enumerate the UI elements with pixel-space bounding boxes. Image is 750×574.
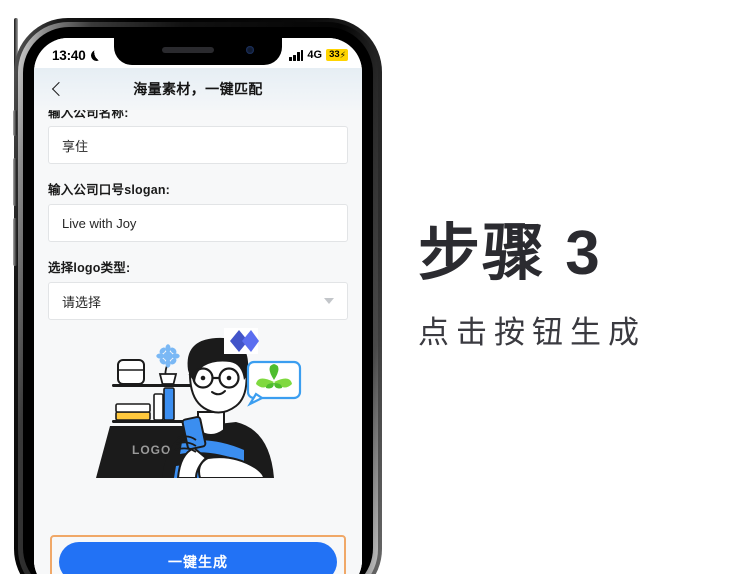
charging-bolt-icon: ⚡ — [339, 49, 346, 60]
company-name-input[interactable]: 享住 — [48, 126, 348, 164]
battery-badge: 33 ⚡ — [326, 49, 348, 61]
front-camera-icon — [246, 46, 254, 54]
illustration-svg: LOGO — [96, 328, 302, 478]
status-bar-left: 13:40 — [52, 48, 102, 63]
earpiece-speaker-icon — [162, 47, 214, 53]
phone-notch — [114, 38, 282, 65]
designer-illustration: LOGO — [48, 326, 348, 478]
form-field-company-name: 输入公司名称: 享住 — [48, 110, 348, 164]
silent-switch-button[interactable] — [13, 110, 17, 136]
company-name-label: 输入公司名称: — [48, 110, 129, 120]
step-title: 步骤 3 — [418, 218, 602, 288]
slogan-label: 输入公司口号slogan: — [48, 183, 171, 197]
logo-type-label: 选择logo类型: — [48, 261, 131, 275]
status-bar-right: 4G 33 ⚡ — [289, 49, 348, 61]
chevron-left-icon[interactable] — [48, 79, 68, 99]
blue-diamond-logo-icon — [224, 328, 259, 354]
volume-down-button[interactable] — [13, 218, 17, 266]
app-header: 海量素材，一键匹配 — [34, 68, 362, 110]
crescent-moon-icon — [91, 50, 102, 61]
cta-zone: 一键生成 — [34, 530, 362, 574]
step-subtitle: 点击按钮生成 — [418, 314, 646, 350]
green-leaf-logo-icon — [246, 360, 302, 407]
battery-level-label: 33 — [329, 49, 340, 61]
signal-bars-icon — [289, 49, 304, 61]
phone-mockup: 13:40 4G 33 ⚡ 海量素材，一键匹配 输入公司名称: 享住 输入公司口… — [13, 18, 382, 574]
form-body: 输入公司名称: 享住 输入公司口号slogan: Live with Joy 选… — [34, 110, 362, 574]
logo-type-placeholder: 请选择 — [62, 294, 102, 310]
logo-type-select[interactable]: 请选择 — [48, 282, 348, 320]
volume-up-button[interactable] — [13, 158, 17, 206]
phone-screen: 13:40 4G 33 ⚡ 海量素材，一键匹配 输入公司名称: 享住 输入公司口… — [34, 38, 362, 574]
page-title: 海量素材，一键匹配 — [133, 81, 263, 97]
company-name-label-clip: 输入公司名称: — [48, 110, 348, 120]
form-field-logo-type: 选择logo类型: 请选择 — [48, 257, 348, 320]
slogan-input[interactable]: Live with Joy — [48, 204, 348, 242]
cta-highlight-box: 一键生成 — [50, 535, 346, 574]
form-field-slogan: 输入公司口号slogan: Live with Joy — [48, 179, 348, 242]
generate-button[interactable]: 一键生成 — [59, 542, 337, 574]
status-time: 13:40 — [52, 47, 86, 63]
screenshot-root: 13:40 4G 33 ⚡ 海量素材，一键匹配 输入公司名称: 享住 输入公司口… — [0, 0, 750, 574]
laptop-logo-text: LOGO — [132, 443, 171, 457]
chevron-down-icon — [324, 298, 334, 304]
network-type-label: 4G — [307, 49, 323, 61]
annotation-panel: 步骤 3 点击按钮生成 — [418, 0, 750, 574]
